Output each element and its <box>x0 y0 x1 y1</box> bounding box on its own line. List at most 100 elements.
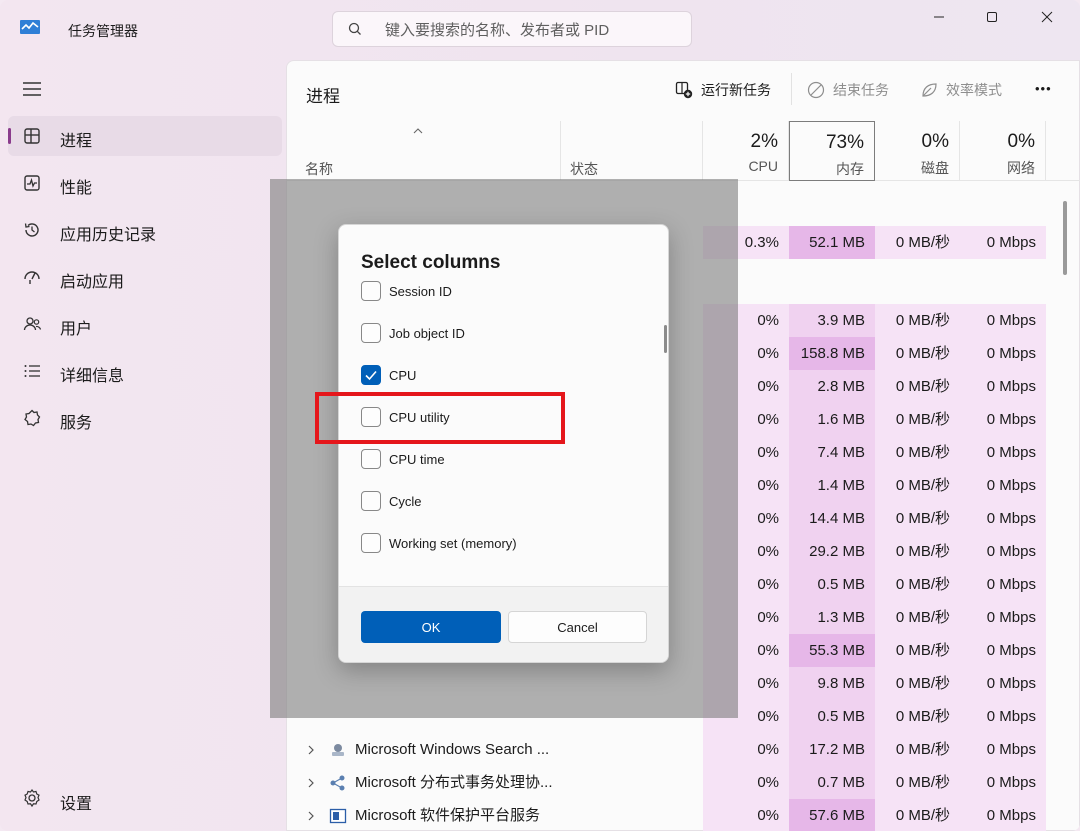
row-network: 0 Mbps <box>960 766 1046 799</box>
row-network: 0 Mbps <box>960 601 1046 634</box>
option-working-set[interactable]: Working set (memory) <box>361 532 517 554</box>
dialog-footer: OK Cancel <box>339 586 668 662</box>
sidebar-item-startup-apps[interactable]: 启动应用 <box>8 257 282 297</box>
row-disk: 0 MB/秒 <box>875 799 960 831</box>
column-cpu[interactable]: 2% CPU <box>703 121 789 181</box>
expand-chevron-icon[interactable] <box>307 810 315 822</box>
sidebar-item-label: 服务 <box>60 415 93 432</box>
row-network: 0 Mbps <box>960 436 1046 469</box>
row-network: 0 Mbps <box>960 502 1046 535</box>
column-network[interactable]: 0% 网络 <box>960 121 1046 181</box>
row-disk: 0 MB/秒 <box>875 337 960 370</box>
new-task-icon <box>675 81 693 99</box>
minimize-icon <box>934 16 944 18</box>
run-new-task-button[interactable]: 运行新任务 <box>675 80 771 100</box>
row-cpu: 0% <box>703 733 789 766</box>
row-network: 0 Mbps <box>960 700 1046 733</box>
disk-label: 磁盘 <box>921 160 949 176</box>
option-label: Session ID <box>389 283 452 299</box>
sidebar-item-services[interactable]: 服务 <box>8 398 282 438</box>
page-title: 进程 <box>306 87 340 106</box>
column-memory[interactable]: 73% 内存 <box>789 121 875 181</box>
dialog-scrollbar[interactable] <box>664 325 667 353</box>
row-network: 0 Mbps <box>960 733 1046 766</box>
row-network: 0 Mbps <box>960 337 1046 370</box>
option-label: Working set (memory) <box>389 535 517 551</box>
row-cpu: 0% <box>703 766 789 799</box>
session-id-checkbox[interactable] <box>361 281 381 301</box>
sidebar-item-performance[interactable]: 性能 <box>8 163 282 203</box>
sidebar-item-processes[interactable]: 进程 <box>8 116 282 156</box>
row-name: Microsoft 软件保护平台服务 <box>355 807 541 824</box>
sidebar-item-label: 用户 <box>60 321 93 338</box>
row-disk: 0 MB/秒 <box>875 601 960 634</box>
history-icon <box>24 223 39 237</box>
end-task-button[interactable]: 结束任务 <box>807 80 889 100</box>
run-new-task-label: 运行新任务 <box>701 82 771 98</box>
cpu-label: CPU <box>748 158 778 174</box>
table-row[interactable]: Microsoft 分布式事务处理协... 0% 0.7 MB 0 MB/秒 0… <box>287 766 1061 799</box>
option-session-id[interactable]: Session ID <box>361 280 452 302</box>
search-box[interactable] <box>332 11 692 47</box>
minimize-button[interactable] <box>916 4 962 30</box>
sidebar-item-details[interactable]: 详细信息 <box>8 351 282 391</box>
more-options-button[interactable]: ••• <box>1035 81 1052 96</box>
sidebar-item-label: 详细信息 <box>60 368 125 385</box>
service-window-icon <box>329 808 347 824</box>
row-memory: 1.6 MB <box>789 403 875 436</box>
search-service-icon <box>332 744 344 756</box>
performance-icon <box>24 175 40 191</box>
row-network: 0 Mbps <box>960 535 1046 568</box>
sidebar-item-users[interactable]: 用户 <box>8 304 282 344</box>
hamburger-menu-icon[interactable] <box>22 80 42 98</box>
cpu-checkbox[interactable] <box>361 365 381 385</box>
row-disk: 0 MB/秒 <box>875 226 960 259</box>
table-row[interactable]: Microsoft Windows Search ... 0% 17.2 MB … <box>287 733 1061 766</box>
row-memory: 55.3 MB <box>789 634 875 667</box>
close-button[interactable] <box>1024 4 1070 30</box>
option-cycle[interactable]: Cycle <box>361 490 422 512</box>
row-disk: 0 MB/秒 <box>875 370 960 403</box>
active-indicator <box>8 128 11 144</box>
close-icon <box>1041 11 1053 23</box>
row-memory: 52.1 MB <box>789 226 875 259</box>
name-column-divider <box>287 121 561 181</box>
table-row[interactable]: Microsoft 软件保护平台服务 0% 57.6 MB 0 MB/秒 0 M… <box>287 799 1061 831</box>
search-input[interactable] <box>385 19 675 41</box>
cycle-checkbox[interactable] <box>361 491 381 511</box>
end-task-label: 结束任务 <box>833 82 889 98</box>
row-memory: 0.5 MB <box>789 700 875 733</box>
row-name: Microsoft Windows Search ... <box>355 741 550 758</box>
leaf-icon <box>922 83 937 97</box>
row-disk: 0 MB/秒 <box>875 667 960 700</box>
cpu-time-checkbox[interactable] <box>361 449 381 469</box>
efficiency-mode-button[interactable]: 效率模式 <box>920 80 1002 100</box>
toolbar-divider <box>791 73 792 105</box>
working-set-checkbox[interactable] <box>361 533 381 553</box>
app-title: 任务管理器 <box>68 23 138 39</box>
column-disk[interactable]: 0% 磁盘 <box>875 121 960 181</box>
table-scrollbar[interactable] <box>1063 201 1067 275</box>
cancel-button[interactable]: Cancel <box>508 611 647 643</box>
row-network: 0 Mbps <box>960 634 1046 667</box>
distributed-transaction-icon <box>330 775 345 791</box>
option-job-object-id[interactable]: Job object ID <box>361 322 465 344</box>
row-disk: 0 MB/秒 <box>875 403 960 436</box>
maximize-button[interactable] <box>969 4 1015 30</box>
row-memory: 0.5 MB <box>789 568 875 601</box>
expand-chevron-icon[interactable] <box>307 777 315 789</box>
ok-button[interactable]: OK <box>361 611 501 643</box>
search-icon <box>348 22 361 35</box>
job-object-id-checkbox[interactable] <box>361 323 381 343</box>
network-total-pct: 0% <box>1007 131 1035 152</box>
settings-button[interactable]: 设置 <box>22 788 92 813</box>
option-label: CPU <box>389 367 417 383</box>
row-network: 0 Mbps <box>960 304 1046 337</box>
row-network: 0 Mbps <box>960 667 1046 700</box>
startup-icon <box>24 271 40 284</box>
option-cpu-time[interactable]: CPU time <box>361 448 445 470</box>
sidebar-item-app-history[interactable]: 应用历史记录 <box>8 210 282 250</box>
expand-chevron-icon[interactable] <box>307 744 315 756</box>
option-cpu[interactable]: CPU <box>361 364 416 386</box>
status-column-divider <box>561 121 703 181</box>
